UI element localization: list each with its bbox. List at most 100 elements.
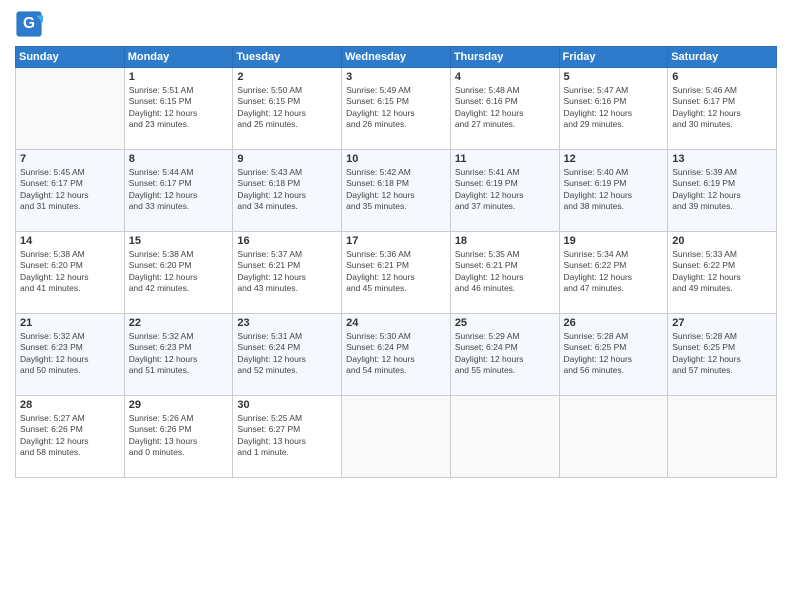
day-number: 20 bbox=[672, 235, 772, 247]
day-number: 27 bbox=[672, 317, 772, 329]
day-info: Sunrise: 5:51 AM Sunset: 6:15 PM Dayligh… bbox=[129, 85, 229, 131]
day-info: Sunrise: 5:26 AM Sunset: 6:26 PM Dayligh… bbox=[129, 413, 229, 459]
day-number: 7 bbox=[20, 153, 120, 165]
day-number: 17 bbox=[346, 235, 446, 247]
calendar-cell: 15 Sunrise: 5:38 AM Sunset: 6:20 PM Dayli… bbox=[124, 232, 233, 314]
day-info: Sunrise: 5:42 AM Sunset: 6:18 PM Dayligh… bbox=[346, 167, 446, 213]
day-info: Sunrise: 5:37 AM Sunset: 6:21 PM Dayligh… bbox=[237, 249, 337, 295]
day-info: Sunrise: 5:28 AM Sunset: 6:25 PM Dayligh… bbox=[672, 331, 772, 377]
day-number: 4 bbox=[455, 71, 555, 83]
day-number: 29 bbox=[129, 399, 229, 411]
calendar-cell: 20 Sunrise: 5:33 AM Sunset: 6:22 PM Dayli… bbox=[668, 232, 777, 314]
day-info: Sunrise: 5:40 AM Sunset: 6:19 PM Dayligh… bbox=[564, 167, 664, 213]
day-info: Sunrise: 5:27 AM Sunset: 6:26 PM Dayligh… bbox=[20, 413, 120, 459]
week-row-1: 7Sunrise: 5:45 AM Sunset: 6:17 PM Daylig… bbox=[16, 150, 777, 232]
day-number: 28 bbox=[20, 399, 120, 411]
day-number: 19 bbox=[564, 235, 664, 247]
day-number: 15 bbox=[129, 235, 229, 247]
calendar-cell: 2Sunrise: 5:50 AM Sunset: 6:15 PM Daylig… bbox=[233, 68, 342, 150]
day-number: 5 bbox=[564, 71, 664, 83]
day-number: 30 bbox=[237, 399, 337, 411]
calendar-cell: 10 Sunrise: 5:42 AM Sunset: 6:18 PM Dayli… bbox=[342, 150, 451, 232]
day-number: 3 bbox=[346, 71, 446, 83]
calendar-cell: 13 Sunrise: 5:39 AM Sunset: 6:19 PM Dayli… bbox=[668, 150, 777, 232]
day-number: 8 bbox=[129, 153, 229, 165]
calendar-cell: 17 Sunrise: 5:36 AM Sunset: 6:21 PM Dayli… bbox=[342, 232, 451, 314]
day-number: 23 bbox=[237, 317, 337, 329]
day-number: 14 bbox=[20, 235, 120, 247]
calendar-cell: 24 Sunrise: 5:30 AM Sunset: 6:24 PM Dayli… bbox=[342, 314, 451, 396]
calendar-cell: 5 Sunrise: 5:47 AM Sunset: 6:16 PM Daylig… bbox=[559, 68, 668, 150]
day-info: Sunrise: 5:33 AM Sunset: 6:22 PM Dayligh… bbox=[672, 249, 772, 295]
calendar-cell: 18 Sunrise: 5:35 AM Sunset: 6:21 PM Dayli… bbox=[450, 232, 559, 314]
day-info: Sunrise: 5:32 AM Sunset: 6:23 PM Dayligh… bbox=[20, 331, 120, 377]
calendar-cell: 29 Sunrise: 5:26 AM Sunset: 6:26 PM Dayli… bbox=[124, 396, 233, 478]
calendar-cell bbox=[16, 68, 125, 150]
calendar-cell: 28 Sunrise: 5:27 AM Sunset: 6:26 PM Dayli… bbox=[16, 396, 125, 478]
logo-icon: G bbox=[15, 10, 43, 38]
day-info: Sunrise: 5:30 AM Sunset: 6:24 PM Dayligh… bbox=[346, 331, 446, 377]
week-row-3: 21 Sunrise: 5:32 AM Sunset: 6:23 PM Dayli… bbox=[16, 314, 777, 396]
calendar-cell: 14 Sunrise: 5:38 AM Sunset: 6:20 PM Dayli… bbox=[16, 232, 125, 314]
calendar-cell: 3Sunrise: 5:49 AM Sunset: 6:15 PM Daylig… bbox=[342, 68, 451, 150]
calendar-body: 1 Sunrise: 5:51 AM Sunset: 6:15 PM Daylig… bbox=[16, 68, 777, 478]
day-number: 24 bbox=[346, 317, 446, 329]
calendar-cell: 27 Sunrise: 5:28 AM Sunset: 6:25 PM Dayli… bbox=[668, 314, 777, 396]
page: G SundayMondayTuesdayWednesdayThursdayFr… bbox=[0, 0, 792, 612]
week-row-2: 14 Sunrise: 5:38 AM Sunset: 6:20 PM Dayli… bbox=[16, 232, 777, 314]
day-info: Sunrise: 5:31 AM Sunset: 6:24 PM Dayligh… bbox=[237, 331, 337, 377]
calendar-cell: 4 Sunrise: 5:48 AM Sunset: 6:16 PM Daylig… bbox=[450, 68, 559, 150]
day-number: 13 bbox=[672, 153, 772, 165]
logo: G bbox=[15, 10, 45, 38]
calendar-cell bbox=[450, 396, 559, 478]
calendar-cell bbox=[342, 396, 451, 478]
day-info: Sunrise: 5:36 AM Sunset: 6:21 PM Dayligh… bbox=[346, 249, 446, 295]
day-number: 10 bbox=[346, 153, 446, 165]
calendar-cell: 1 Sunrise: 5:51 AM Sunset: 6:15 PM Daylig… bbox=[124, 68, 233, 150]
calendar-cell: 22 Sunrise: 5:32 AM Sunset: 6:23 PM Dayli… bbox=[124, 314, 233, 396]
day-number: 25 bbox=[455, 317, 555, 329]
header-day-saturday: Saturday bbox=[668, 47, 777, 68]
calendar-cell: 11Sunrise: 5:41 AM Sunset: 6:19 PM Dayli… bbox=[450, 150, 559, 232]
calendar-cell: 16 Sunrise: 5:37 AM Sunset: 6:21 PM Dayli… bbox=[233, 232, 342, 314]
day-info: Sunrise: 5:38 AM Sunset: 6:20 PM Dayligh… bbox=[129, 249, 229, 295]
week-row-0: 1 Sunrise: 5:51 AM Sunset: 6:15 PM Daylig… bbox=[16, 68, 777, 150]
header-day-monday: Monday bbox=[124, 47, 233, 68]
day-number: 1 bbox=[129, 71, 229, 83]
day-info: Sunrise: 5:46 AM Sunset: 6:17 PM Dayligh… bbox=[672, 85, 772, 131]
calendar-cell bbox=[559, 396, 668, 478]
week-row-4: 28 Sunrise: 5:27 AM Sunset: 6:26 PM Dayli… bbox=[16, 396, 777, 478]
day-info: Sunrise: 5:38 AM Sunset: 6:20 PM Dayligh… bbox=[20, 249, 120, 295]
calendar-cell: 9Sunrise: 5:43 AM Sunset: 6:18 PM Daylig… bbox=[233, 150, 342, 232]
calendar-cell: 7Sunrise: 5:45 AM Sunset: 6:17 PM Daylig… bbox=[16, 150, 125, 232]
day-info: Sunrise: 5:47 AM Sunset: 6:16 PM Dayligh… bbox=[564, 85, 664, 131]
header-day-sunday: Sunday bbox=[16, 47, 125, 68]
header-day-thursday: Thursday bbox=[450, 47, 559, 68]
day-info: Sunrise: 5:44 AM Sunset: 6:17 PM Dayligh… bbox=[129, 167, 229, 213]
calendar-cell: 19Sunrise: 5:34 AM Sunset: 6:22 PM Dayli… bbox=[559, 232, 668, 314]
day-info: Sunrise: 5:50 AM Sunset: 6:15 PM Dayligh… bbox=[237, 85, 337, 131]
header: G bbox=[15, 10, 777, 38]
day-number: 16 bbox=[237, 235, 337, 247]
calendar-cell: 23 Sunrise: 5:31 AM Sunset: 6:24 PM Dayli… bbox=[233, 314, 342, 396]
day-info: Sunrise: 5:29 AM Sunset: 6:24 PM Dayligh… bbox=[455, 331, 555, 377]
day-number: 21 bbox=[20, 317, 120, 329]
header-day-tuesday: Tuesday bbox=[233, 47, 342, 68]
calendar-cell: 25 Sunrise: 5:29 AM Sunset: 6:24 PM Dayli… bbox=[450, 314, 559, 396]
day-info: Sunrise: 5:32 AM Sunset: 6:23 PM Dayligh… bbox=[129, 331, 229, 377]
day-info: Sunrise: 5:28 AM Sunset: 6:25 PM Dayligh… bbox=[564, 331, 664, 377]
day-number: 18 bbox=[455, 235, 555, 247]
day-number: 22 bbox=[129, 317, 229, 329]
day-info: Sunrise: 5:35 AM Sunset: 6:21 PM Dayligh… bbox=[455, 249, 555, 295]
calendar-cell: 8 Sunrise: 5:44 AM Sunset: 6:17 PM Daylig… bbox=[124, 150, 233, 232]
day-number: 26 bbox=[564, 317, 664, 329]
day-info: Sunrise: 5:39 AM Sunset: 6:19 PM Dayligh… bbox=[672, 167, 772, 213]
day-info: Sunrise: 5:25 AM Sunset: 6:27 PM Dayligh… bbox=[237, 413, 337, 459]
calendar-cell: 21 Sunrise: 5:32 AM Sunset: 6:23 PM Dayli… bbox=[16, 314, 125, 396]
header-day-wednesday: Wednesday bbox=[342, 47, 451, 68]
svg-text:G: G bbox=[23, 15, 35, 32]
calendar-cell: 26 Sunrise: 5:28 AM Sunset: 6:25 PM Dayli… bbox=[559, 314, 668, 396]
calendar-cell: 6Sunrise: 5:46 AM Sunset: 6:17 PM Daylig… bbox=[668, 68, 777, 150]
day-info: Sunrise: 5:48 AM Sunset: 6:16 PM Dayligh… bbox=[455, 85, 555, 131]
calendar-table: SundayMondayTuesdayWednesdayThursdayFrid… bbox=[15, 46, 777, 478]
